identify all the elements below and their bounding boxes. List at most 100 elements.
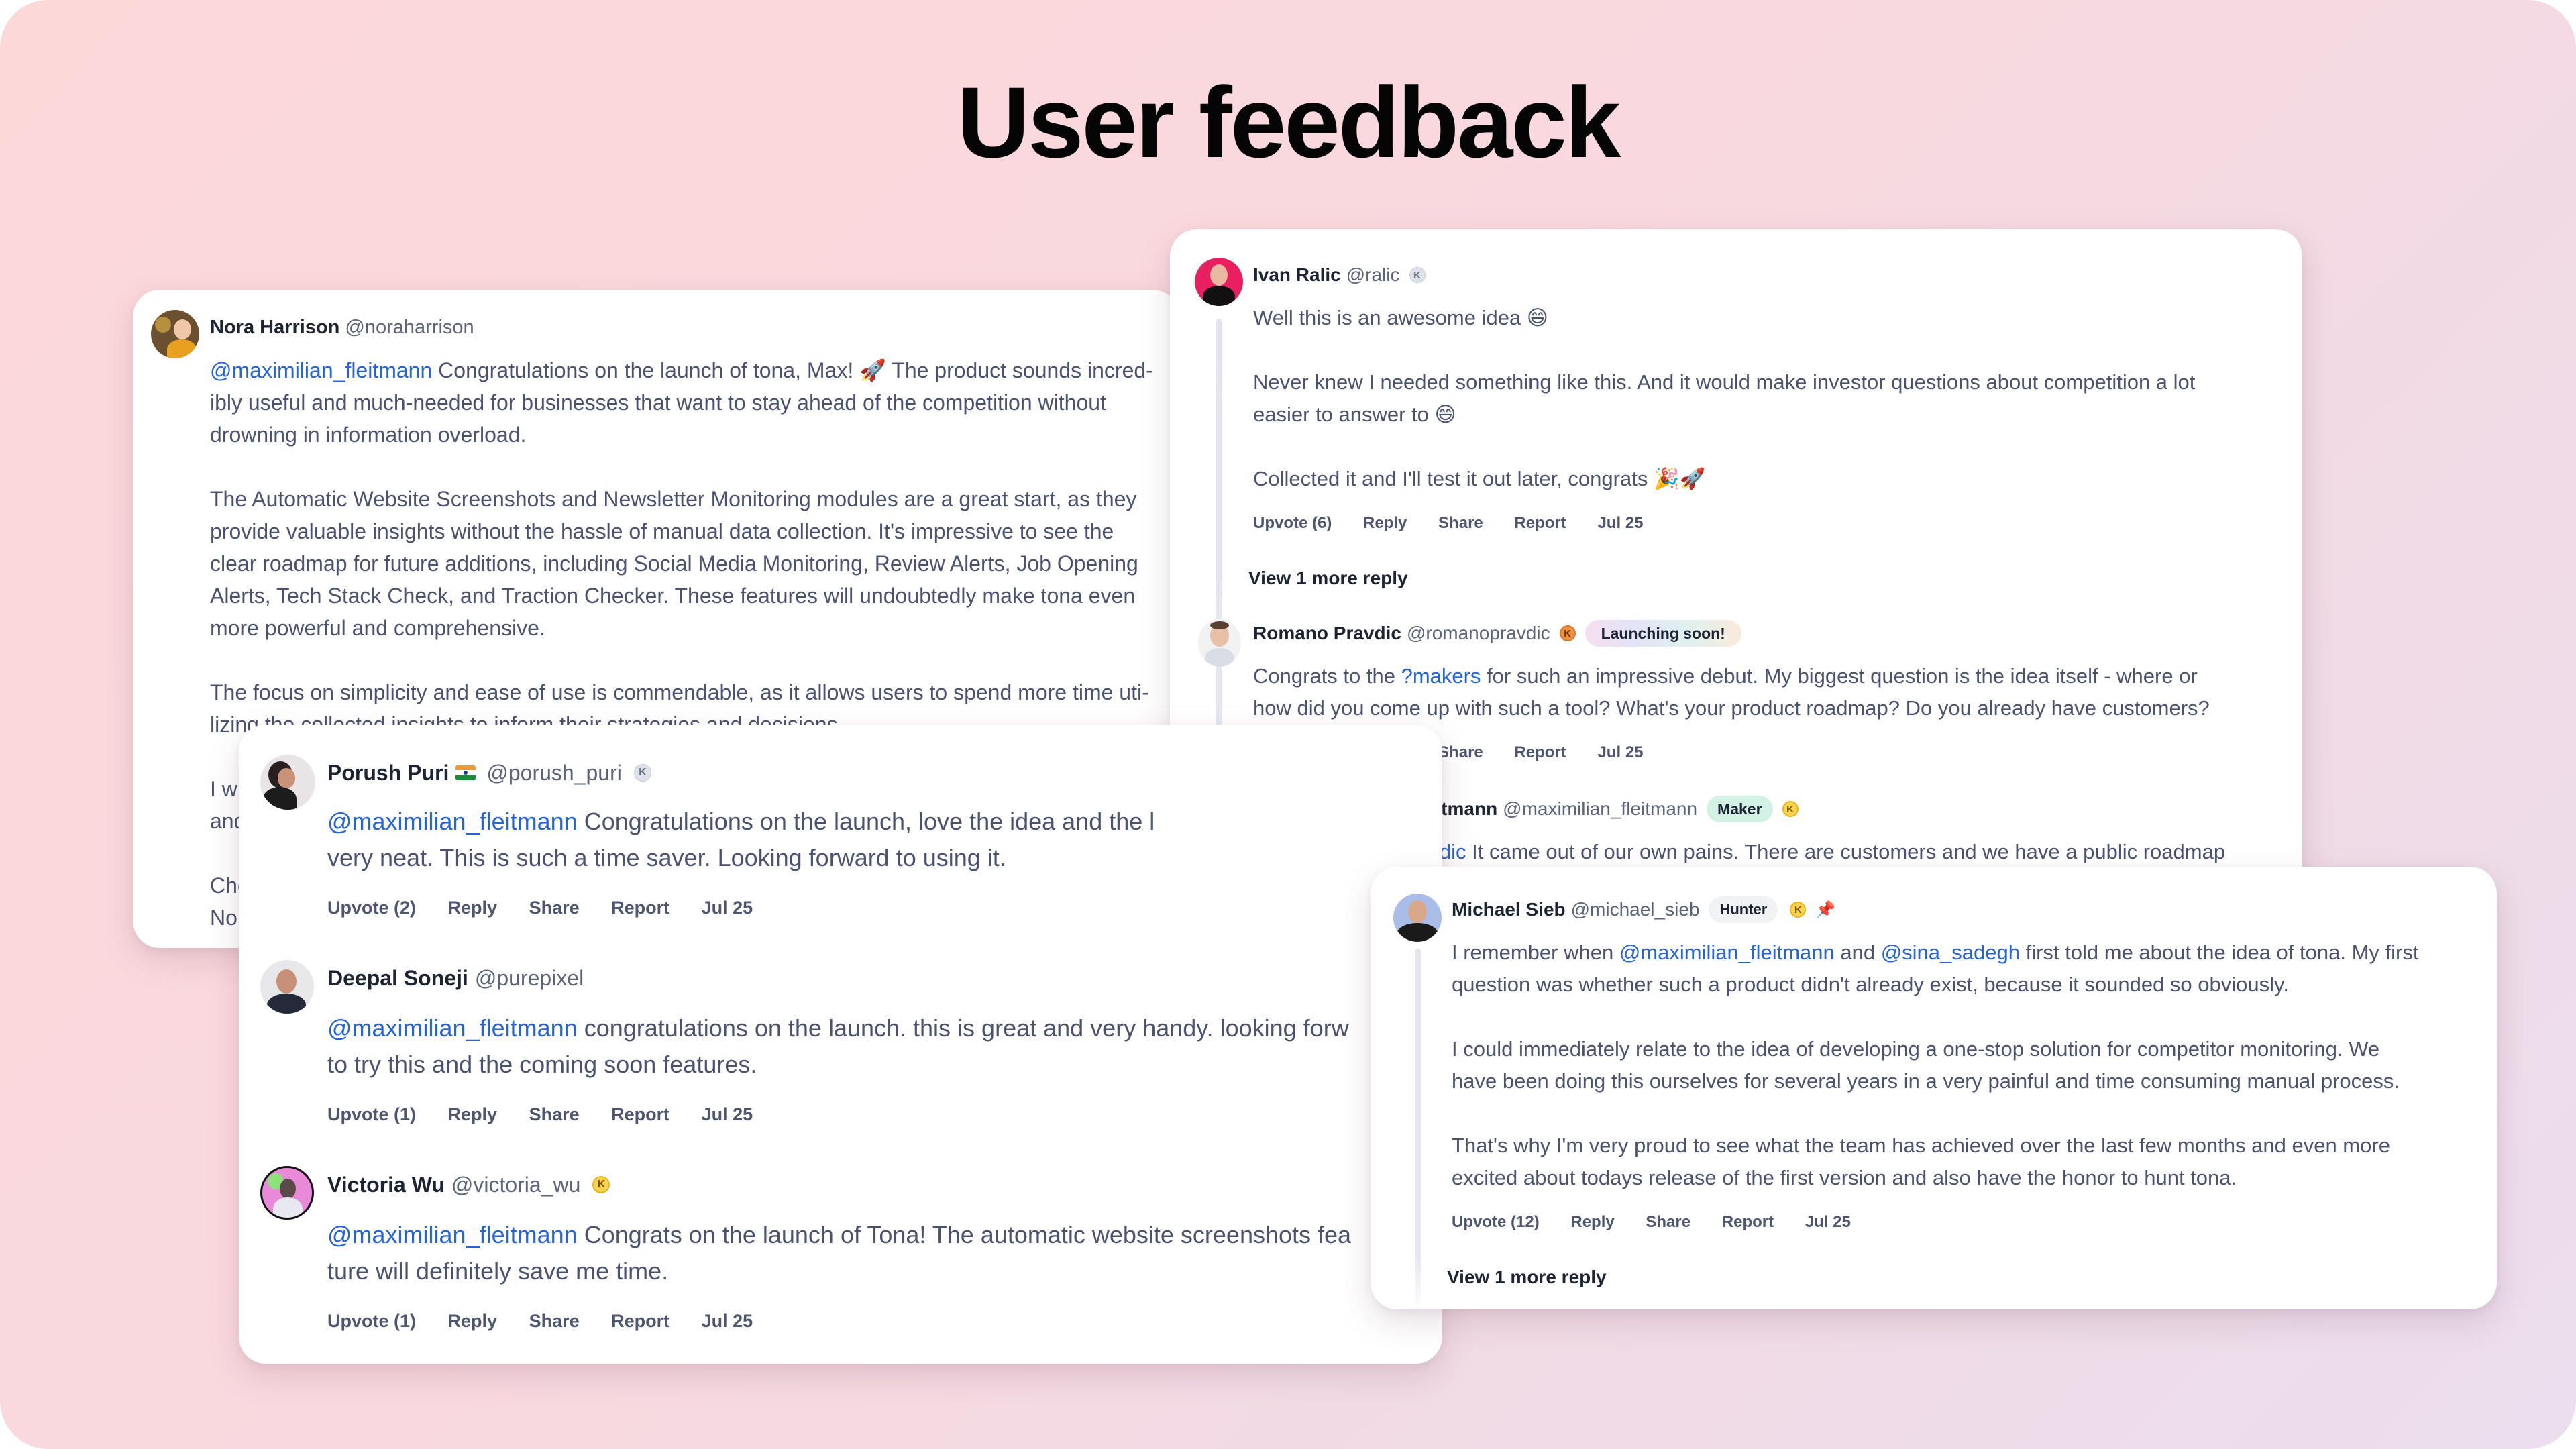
author-name[interactable]: Ivan Ralic (1253, 264, 1341, 286)
avatar-deepal-soneji[interactable] (260, 960, 314, 1014)
karma-icon: K (1790, 902, 1807, 918)
karma-icon: K (633, 764, 651, 782)
body-text: It came out of our own pains. There are … (1466, 840, 2226, 863)
body-text: Congratulations on the launch, love the … (577, 808, 1155, 835)
mention-link[interactable]: @sina_sadegh (1881, 941, 2020, 964)
avatar-ivan-ralic[interactable] (1195, 258, 1243, 306)
comment-body: Well this is an awesome idea 😄 Never kne… (1253, 302, 2195, 495)
thread-line (1415, 949, 1421, 1309)
body-text: congratulations on the launch. this is g… (577, 1014, 1349, 1042)
reply-button[interactable]: Reply (448, 1104, 498, 1124)
comment-actions: Upvote (12) Reply Share Report Jul 25 (1452, 1213, 1878, 1232)
mention-link[interactable]: ?makers (1401, 664, 1481, 688)
mention-link[interactable]: @maximilian_fleitmann (1619, 941, 1835, 964)
report-button[interactable]: Report (1514, 743, 1566, 761)
body-line: ture will definitely save me time. (327, 1257, 669, 1285)
comment-date: Jul 25 (701, 898, 753, 918)
avatar-victoria-wu[interactable] (260, 1166, 314, 1220)
mention-link[interactable]: @maximilian_fleitmann (210, 358, 432, 382)
author-handle[interactable]: @noraharrison (345, 317, 474, 339)
view-more-replies-link[interactable]: View 1 more reply (1248, 568, 1408, 589)
body-line: Well this is an awesome idea 😄 (1253, 306, 1549, 329)
feedback-canvas: User feedback Nora Harrison @noraharriso… (0, 0, 2576, 1449)
comment-body: @maximilian_fleitmann congratulations on… (327, 1010, 1349, 1083)
mention-link[interactable]: @maximilian_fleitmann (327, 1014, 578, 1042)
body-line: easier to answer to 😄 (1253, 402, 1456, 426)
comment-body: @maximilian_fleitmann Congratulations on… (327, 804, 1155, 876)
reply-button[interactable]: Reply (1570, 1213, 1614, 1231)
author-handle[interactable]: @michael_sieb (1571, 899, 1700, 920)
author-name[interactable]: Michael Sieb (1452, 899, 1566, 920)
body-line: Never knew I needed something like this.… (1253, 370, 2196, 394)
author-name[interactable]: Romano Pravdic (1253, 623, 1401, 644)
body-line: excited about todays release of the firs… (1452, 1166, 2237, 1189)
body-line: question was whether such a product didn… (1452, 973, 2289, 996)
author-name[interactable]: Nora Harrison (210, 317, 339, 339)
upvote-button[interactable]: Upvote (1) (327, 1311, 416, 1331)
upvote-button[interactable]: Upvote (12) (1452, 1213, 1540, 1231)
share-button[interactable]: Share (529, 1104, 580, 1124)
author-name[interactable]: Porush Puri (327, 761, 449, 786)
share-button[interactable]: Share (529, 1311, 580, 1331)
share-button[interactable]: Share (1438, 743, 1483, 761)
share-button[interactable]: Share (1438, 514, 1483, 532)
upvote-button[interactable]: Upvote (6) (1253, 514, 1332, 532)
share-button[interactable]: Share (529, 898, 580, 918)
reply-button[interactable]: Reply (1363, 514, 1407, 532)
body-line: have been doing this ourselves for sever… (1452, 1069, 2400, 1093)
comment-body: @maximilian_fleitmann Congrats on the la… (327, 1217, 1351, 1289)
comment-date: Jul 25 (701, 1104, 753, 1124)
comment-date: Jul 25 (1805, 1213, 1851, 1231)
body-line: Alerts, Tech Stack Check, and Traction C… (210, 584, 1136, 608)
comment-card-porush: Porush Puri @porush_puri K @maximilian_f… (239, 724, 1442, 1364)
avatar-michael-sieb[interactable] (1393, 894, 1442, 942)
comment-card-michael: Michael Sieb @michael_sieb Hunter K 📌 I … (1371, 867, 2497, 1309)
author-name[interactable]: Deepal Soneji (327, 966, 468, 991)
comment-date: Jul 25 (701, 1311, 753, 1331)
comment-header: Nora Harrison @noraharrison (210, 313, 474, 342)
view-more-replies-link[interactable]: View 1 more reply (1447, 1267, 1607, 1288)
upvote-button[interactable]: Upvote (1) (327, 1104, 416, 1124)
body-text: Congrats on the launch of Tona! The auto… (577, 1221, 1352, 1248)
body-line: to try this and the coming soon features… (327, 1051, 757, 1078)
avatar-porush-puri[interactable] (260, 755, 315, 810)
comment-date: Jul 25 (1597, 514, 1644, 532)
comment-header: Ivan Ralic @ralic K (1253, 260, 1426, 290)
body-line: That's why I'm very proud to see what th… (1452, 1134, 2390, 1157)
report-button[interactable]: Report (611, 1104, 669, 1124)
pin-icon: 📌 (1815, 900, 1836, 919)
comment-actions: Upvote (6) Reply Share Report Jul 25 (1253, 514, 1670, 533)
comment-actions: Upvote (1) Reply Share Report Jul 25 (327, 1104, 780, 1125)
upvote-button[interactable]: Upvote (2) (327, 898, 416, 918)
body-line: provide valuable insights without the ha… (210, 519, 1114, 543)
avatar-nora-harrison[interactable] (151, 310, 199, 358)
mention-link[interactable]: @maximilian_fleitmann (327, 808, 578, 835)
author-handle[interactable]: @purepixel (475, 966, 584, 991)
report-button[interactable]: Report (1722, 1213, 1774, 1231)
body-line: more powerful and comprehensive. (210, 616, 545, 640)
author-handle[interactable]: @porush_puri (486, 761, 621, 786)
body-line: I could immediately relate to the idea o… (1452, 1037, 2380, 1061)
avatar-romano-pravdic[interactable] (1198, 619, 1241, 667)
report-button[interactable]: Report (611, 898, 669, 918)
author-name[interactable]: Victoria Wu (327, 1173, 445, 1197)
body-text: for such an impressive debut. My biggest… (1481, 664, 2198, 688)
mention-link[interactable]: @maximilian_fleitmann (327, 1221, 578, 1248)
comment-date: Jul 25 (1597, 743, 1644, 761)
author-handle[interactable]: @ralic (1346, 264, 1400, 286)
author-handle[interactable]: @romanopravdic (1407, 623, 1550, 644)
body-line: how did you come up with such a tool? Wh… (1253, 696, 2210, 720)
author-handle[interactable]: @maximilian_fleitmann (1503, 798, 1697, 820)
reply-button[interactable]: Reply (448, 1311, 498, 1331)
report-button[interactable]: Report (1514, 514, 1566, 532)
reply-button[interactable]: Reply (448, 898, 498, 918)
body-line: The Automatic Website Screenshots and Ne… (210, 487, 1137, 511)
share-button[interactable]: Share (1646, 1213, 1690, 1231)
author-handle[interactable]: @victoria_wu (451, 1173, 581, 1197)
comment-header: Deepal Soneji @purepixel (327, 962, 584, 994)
comment-header: Michael Sieb @michael_sieb Hunter K 📌 (1452, 895, 1835, 924)
body-line: ibly useful and much-needed for business… (210, 390, 1106, 415)
report-button[interactable]: Report (611, 1311, 669, 1331)
body-text: Congrats to the (1253, 664, 1401, 688)
comment-header: Romano Pravdic @romanopravdic K Launchin… (1253, 619, 1741, 648)
